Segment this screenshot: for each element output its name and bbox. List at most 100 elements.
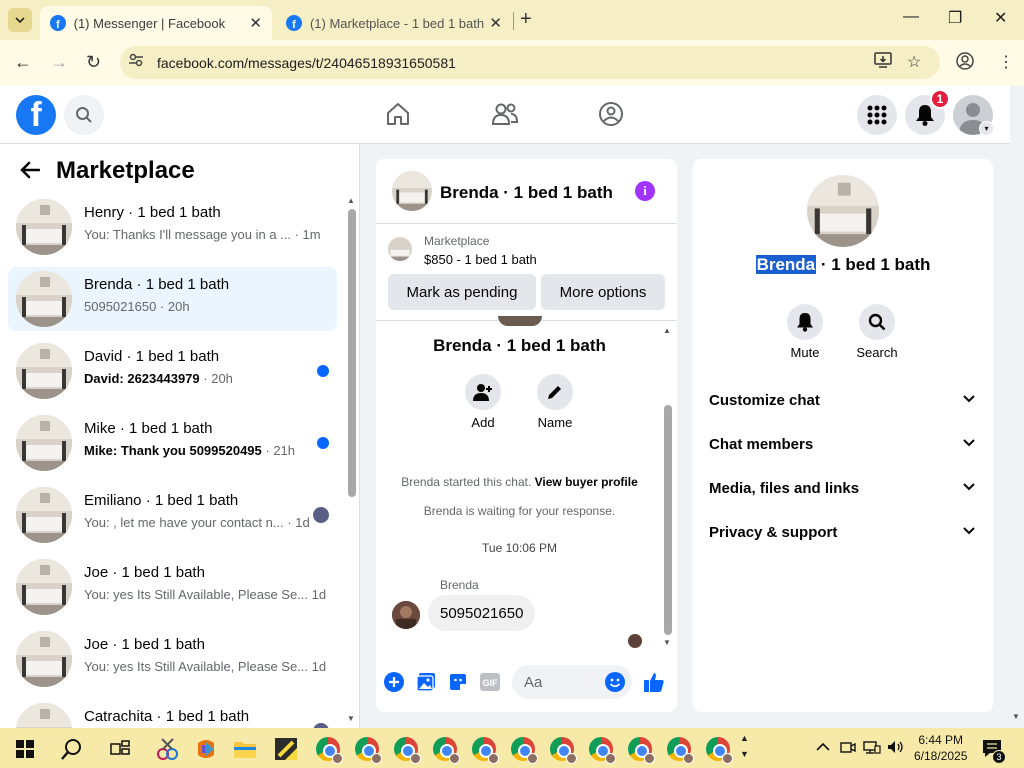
snippet-text: You: yes Its Still Available, Please Se.… [84, 659, 309, 674]
forward-button[interactable]: → [50, 52, 68, 73]
task-view-icon[interactable] [107, 736, 133, 762]
friends-icon[interactable] [491, 100, 519, 128]
chrome-icon [589, 737, 616, 764]
menu-grid-button[interactable] [857, 95, 897, 135]
mark-as-pending-button[interactable]: Mark as pending [388, 274, 536, 310]
bookmark-star-icon[interactable]: ☆ [907, 52, 921, 72]
gif-icon[interactable]: GIF [479, 671, 501, 693]
sender-avatar[interactable] [392, 601, 420, 629]
close-tab-icon[interactable]: ✕ [249, 14, 262, 32]
tab-marketplace[interactable]: f (1) Marketplace - 1 bed 1 bath ✕ [276, 6, 512, 40]
chat-header-avatar[interactable] [392, 171, 432, 211]
info-icon[interactable]: i [635, 181, 655, 201]
chrome-app-icon[interactable] [393, 736, 421, 764]
chrome-app-icon[interactable] [354, 736, 382, 764]
emoji-icon[interactable] [604, 671, 626, 693]
chat-scroll-down-arrow[interactable]: ▼ [663, 638, 671, 647]
sticker-icon[interactable] [447, 671, 469, 693]
conversation-item[interactable]: Emiliano · 1 bed 1 bath You: , let me hav… [8, 483, 337, 547]
more-options-button[interactable]: More options [541, 274, 665, 310]
scroll-down-arrow[interactable]: ▼ [347, 714, 355, 723]
listing-thumbnail[interactable] [388, 237, 412, 261]
section-media-files-links[interactable]: Media, files and links [709, 480, 979, 497]
scroll-up-arrow[interactable]: ▲ [347, 196, 355, 205]
conversation-name: Emiliano · 1 bed 1 bath [84, 492, 239, 509]
chrome-app-icon[interactable] [627, 736, 655, 764]
chrome-app-icon[interactable] [549, 736, 577, 764]
photo-icon[interactable] [415, 671, 437, 693]
details-name-rest: · 1 bed 1 bath [816, 255, 931, 274]
selected-name-text[interactable]: Brenda [755, 255, 817, 274]
message-bubble[interactable]: 5095021650 [428, 595, 536, 631]
chrome-app-icon[interactable] [510, 736, 538, 764]
taskbar-scroll-arrows[interactable]: ▲ ▼ [740, 730, 749, 762]
scrollbar-thumb[interactable] [348, 209, 356, 497]
url-text[interactable]: facebook.com/messages/t/2404651893165058… [157, 55, 456, 71]
conversation-name: David · 1 bed 1 bath [84, 348, 220, 365]
section-chat-members[interactable]: Chat members [709, 436, 979, 453]
chrome-icon [667, 737, 694, 764]
sticky-notes-icon[interactable] [273, 736, 299, 762]
conversation-item[interactable]: Joe · 1 bed 1 bath You: yes Its Still Ava… [8, 555, 337, 619]
chrome-app-icon[interactable] [471, 736, 499, 764]
chrome-app-icon[interactable] [315, 736, 343, 764]
listing-label: Marketplace [424, 234, 490, 248]
chrome-app-icon[interactable] [432, 736, 460, 764]
taskbar-search-icon[interactable] [59, 736, 85, 762]
snippet-text: David: 2623443979 [84, 371, 200, 386]
windows-start-icon[interactable] [12, 736, 38, 762]
conversation-item[interactable]: Mike · 1 bed 1 bath Mike: Thank you 50995… [8, 411, 337, 475]
mute-button[interactable] [787, 304, 823, 340]
groups-icon[interactable] [597, 100, 625, 128]
minimize-button[interactable]: — [903, 8, 919, 26]
system-clock[interactable]: 6:44 PM 6/18/2025 [914, 732, 967, 764]
view-buyer-profile-link[interactable]: View buyer profile [535, 475, 638, 489]
network-icon[interactable] [863, 740, 881, 757]
chrome-app-icon[interactable] [666, 736, 694, 764]
chat-header-name[interactable]: Brenda · 1 bed 1 bath [440, 183, 613, 203]
back-arrow-icon[interactable] [20, 159, 41, 185]
add-people-button[interactable] [465, 374, 501, 410]
section-privacy-support[interactable]: Privacy & support [709, 524, 979, 541]
profile-icon[interactable] [956, 52, 974, 75]
section-customize-chat[interactable]: Customize chat [709, 392, 979, 409]
thumbs-up-icon[interactable] [643, 671, 665, 693]
chat-scrollbar-thumb[interactable] [664, 405, 672, 635]
conversation-item[interactable]: David · 1 bed 1 bath David: 2623443979 · … [8, 339, 337, 403]
details-avatar[interactable] [807, 175, 879, 247]
conversation-item[interactable]: Henry · 1 bed 1 bath You: Thanks I'll mes… [8, 195, 337, 259]
chrome-app-icon[interactable] [705, 736, 733, 764]
chevron-down-icon[interactable]: ▾ [979, 121, 994, 136]
office-icon[interactable] [193, 736, 219, 762]
read-receipt-avatar [628, 634, 642, 648]
reload-button[interactable]: ↻ [86, 52, 101, 73]
page-scroll-down-arrow[interactable]: ▼ [1012, 712, 1020, 721]
conversation-item[interactable]: Brenda · 1 bed 1 bath 5095021650 · 20h [8, 267, 337, 331]
edit-name-button[interactable] [537, 374, 573, 410]
browser-menu-icon[interactable]: ⋮ [998, 52, 1014, 72]
plus-circle-icon[interactable] [383, 671, 405, 693]
restore-button[interactable]: ❐ [948, 8, 962, 28]
close-window-button[interactable]: ✕ [994, 8, 1007, 28]
search-button[interactable] [64, 95, 104, 135]
search-in-chat-button[interactable] [859, 304, 895, 340]
install-app-icon[interactable] [874, 52, 892, 73]
new-tab-button[interactable]: + [520, 8, 532, 31]
chevron-down-icon [963, 523, 975, 538]
site-info-icon[interactable] [128, 52, 144, 71]
meet-now-icon[interactable] [840, 740, 856, 757]
chrome-app-icon[interactable] [588, 736, 616, 764]
file-explorer-icon[interactable] [232, 736, 258, 762]
tab-search-button[interactable] [8, 8, 32, 32]
listing-price[interactable]: $850 - 1 bed 1 bath [424, 252, 537, 267]
show-hidden-icons-icon[interactable] [816, 740, 830, 755]
snipping-tool-icon[interactable] [154, 736, 180, 762]
close-tab-icon[interactable]: ✕ [489, 14, 502, 32]
home-icon[interactable] [384, 100, 412, 128]
chat-scroll-up-arrow[interactable]: ▲ [663, 326, 671, 335]
volume-icon[interactable] [887, 740, 905, 757]
tab-messenger[interactable]: f (1) Messenger | Facebook ✕ [40, 6, 272, 40]
conversation-item[interactable]: Joe · 1 bed 1 bath You: yes Its Still Ava… [8, 627, 337, 691]
back-button[interactable]: ← [14, 52, 32, 73]
facebook-logo-icon[interactable]: f [16, 95, 56, 135]
